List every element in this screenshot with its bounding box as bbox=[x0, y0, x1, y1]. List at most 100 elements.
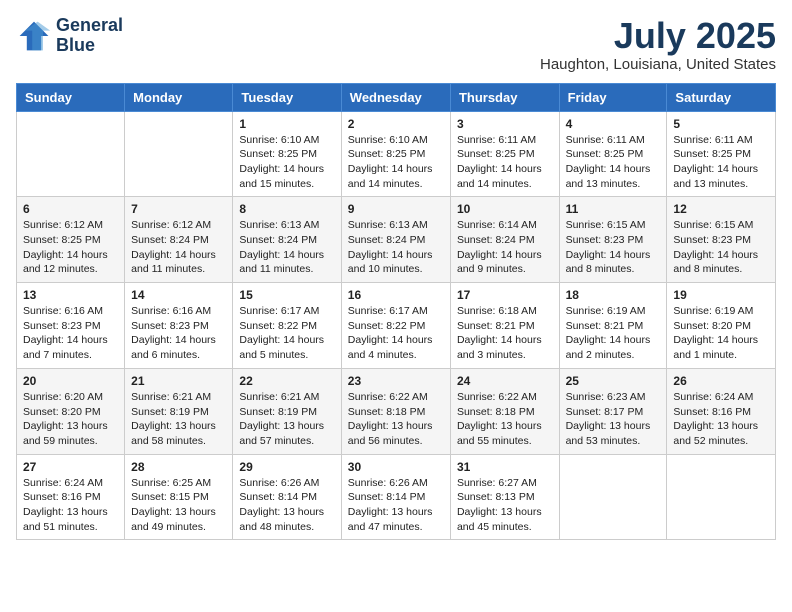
title-block: July 2025 Haughton, Louisiana, United St… bbox=[540, 16, 776, 73]
calendar-cell: 7 Sunrise: 6:12 AM Sunset: 8:24 PM Daylig… bbox=[125, 197, 233, 283]
day-number: 18 bbox=[566, 288, 661, 302]
day-number: 27 bbox=[23, 460, 118, 474]
calendar-cell: 23 Sunrise: 6:22 AM Sunset: 8:18 PM Dayli… bbox=[341, 368, 450, 454]
day-info: Sunrise: 6:22 AM Sunset: 8:18 PM Dayligh… bbox=[348, 390, 444, 449]
day-info: Sunrise: 6:17 AM Sunset: 8:22 PM Dayligh… bbox=[239, 304, 334, 363]
day-number: 23 bbox=[348, 374, 444, 388]
day-number: 29 bbox=[239, 460, 334, 474]
day-info: Sunrise: 6:13 AM Sunset: 8:24 PM Dayligh… bbox=[239, 218, 334, 277]
day-number: 12 bbox=[673, 202, 769, 216]
day-info: Sunrise: 6:20 AM Sunset: 8:20 PM Dayligh… bbox=[23, 390, 118, 449]
day-number: 1 bbox=[239, 117, 334, 131]
day-info: Sunrise: 6:21 AM Sunset: 8:19 PM Dayligh… bbox=[131, 390, 226, 449]
calendar-week-row: 13Sunrise: 6:16 AM Sunset: 8:23 PM Dayli… bbox=[17, 283, 776, 369]
weekday-header-saturday: Saturday bbox=[667, 83, 776, 111]
day-info: Sunrise: 6:24 AM Sunset: 8:16 PM Dayligh… bbox=[23, 476, 118, 535]
day-number: 21 bbox=[131, 374, 226, 388]
weekday-header-monday: Monday bbox=[125, 83, 233, 111]
day-info: Sunrise: 6:26 AM Sunset: 8:14 PM Dayligh… bbox=[348, 476, 444, 535]
calendar-cell: 22Sunrise: 6:21 AM Sunset: 8:19 PM Dayli… bbox=[233, 368, 341, 454]
day-info: Sunrise: 6:19 AM Sunset: 8:21 PM Dayligh… bbox=[566, 304, 661, 363]
calendar-cell: 17 Sunrise: 6:18 AM Sunset: 8:21 PM Dayli… bbox=[450, 283, 559, 369]
calendar-week-row: 27 Sunrise: 6:24 AM Sunset: 8:16 PM Dayli… bbox=[17, 454, 776, 540]
day-number: 3 bbox=[457, 117, 553, 131]
day-number: 15 bbox=[239, 288, 334, 302]
calendar-cell: 13Sunrise: 6:16 AM Sunset: 8:23 PM Dayli… bbox=[17, 283, 125, 369]
day-info: Sunrise: 6:12 AM Sunset: 8:25 PM Dayligh… bbox=[23, 218, 118, 277]
day-info: Sunrise: 6:15 AM Sunset: 8:23 PM Dayligh… bbox=[566, 218, 661, 277]
day-info: Sunrise: 6:11 AM Sunset: 8:25 PM Dayligh… bbox=[673, 133, 769, 192]
calendar-cell: 26 Sunrise: 6:24 AM Sunset: 8:16 PM Dayli… bbox=[667, 368, 776, 454]
calendar-cell: 2 Sunrise: 6:10 AM Sunset: 8:25 PM Daylig… bbox=[341, 111, 450, 197]
day-info: Sunrise: 6:16 AM Sunset: 8:23 PM Dayligh… bbox=[131, 304, 226, 363]
day-number: 2 bbox=[348, 117, 444, 131]
day-info: Sunrise: 6:10 AM Sunset: 8:25 PM Dayligh… bbox=[239, 133, 334, 192]
calendar-cell: 21 Sunrise: 6:21 AM Sunset: 8:19 PM Dayli… bbox=[125, 368, 233, 454]
day-number: 31 bbox=[457, 460, 553, 474]
day-info: Sunrise: 6:12 AM Sunset: 8:24 PM Dayligh… bbox=[131, 218, 226, 277]
logo-icon bbox=[16, 18, 52, 54]
calendar-cell: 24 Sunrise: 6:22 AM Sunset: 8:18 PM Dayli… bbox=[450, 368, 559, 454]
day-number: 19 bbox=[673, 288, 769, 302]
day-info: Sunrise: 6:19 AM Sunset: 8:20 PM Dayligh… bbox=[673, 304, 769, 363]
day-number: 26 bbox=[673, 374, 769, 388]
logo-text: General Blue bbox=[56, 16, 123, 56]
day-info: Sunrise: 6:14 AM Sunset: 8:24 PM Dayligh… bbox=[457, 218, 553, 277]
weekday-header-friday: Friday bbox=[559, 83, 667, 111]
day-number: 14 bbox=[131, 288, 226, 302]
day-info: Sunrise: 6:24 AM Sunset: 8:16 PM Dayligh… bbox=[673, 390, 769, 449]
calendar-week-row: 20 Sunrise: 6:20 AM Sunset: 8:20 PM Dayli… bbox=[17, 368, 776, 454]
calendar-cell bbox=[559, 454, 667, 540]
day-number: 8 bbox=[239, 202, 334, 216]
calendar-cell: 12Sunrise: 6:15 AM Sunset: 8:23 PM Dayli… bbox=[667, 197, 776, 283]
day-number: 5 bbox=[673, 117, 769, 131]
logo: General Blue bbox=[16, 16, 123, 56]
day-info: Sunrise: 6:16 AM Sunset: 8:23 PM Dayligh… bbox=[23, 304, 118, 363]
day-number: 4 bbox=[566, 117, 661, 131]
calendar-cell: 14 Sunrise: 6:16 AM Sunset: 8:23 PM Dayli… bbox=[125, 283, 233, 369]
calendar-header-row: SundayMondayTuesdayWednesdayThursdayFrid… bbox=[17, 83, 776, 111]
calendar-cell bbox=[125, 111, 233, 197]
page-header: General Blue July 2025 Haughton, Louisia… bbox=[16, 16, 776, 73]
day-number: 22 bbox=[239, 374, 334, 388]
month-title: July 2025 bbox=[540, 16, 776, 56]
day-info: Sunrise: 6:22 AM Sunset: 8:18 PM Dayligh… bbox=[457, 390, 553, 449]
day-info: Sunrise: 6:10 AM Sunset: 8:25 PM Dayligh… bbox=[348, 133, 444, 192]
calendar-week-row: 1 Sunrise: 6:10 AM Sunset: 8:25 PM Daylig… bbox=[17, 111, 776, 197]
calendar-cell: 28Sunrise: 6:25 AM Sunset: 8:15 PM Dayli… bbox=[125, 454, 233, 540]
day-info: Sunrise: 6:11 AM Sunset: 8:25 PM Dayligh… bbox=[457, 133, 553, 192]
calendar-cell: 20 Sunrise: 6:20 AM Sunset: 8:20 PM Dayli… bbox=[17, 368, 125, 454]
day-number: 11 bbox=[566, 202, 661, 216]
day-number: 20 bbox=[23, 374, 118, 388]
calendar-cell: 6 Sunrise: 6:12 AM Sunset: 8:25 PM Daylig… bbox=[17, 197, 125, 283]
weekday-header-sunday: Sunday bbox=[17, 83, 125, 111]
day-info: Sunrise: 6:18 AM Sunset: 8:21 PM Dayligh… bbox=[457, 304, 553, 363]
calendar-cell: 29 Sunrise: 6:26 AM Sunset: 8:14 PM Dayli… bbox=[233, 454, 341, 540]
calendar-cell: 16Sunrise: 6:17 AM Sunset: 8:22 PM Dayli… bbox=[341, 283, 450, 369]
day-info: Sunrise: 6:26 AM Sunset: 8:14 PM Dayligh… bbox=[239, 476, 334, 535]
day-number: 25 bbox=[566, 374, 661, 388]
day-info: Sunrise: 6:11 AM Sunset: 8:25 PM Dayligh… bbox=[566, 133, 661, 192]
calendar-cell bbox=[17, 111, 125, 197]
day-info: Sunrise: 6:17 AM Sunset: 8:22 PM Dayligh… bbox=[348, 304, 444, 363]
calendar-cell: 9Sunrise: 6:13 AM Sunset: 8:24 PM Daylig… bbox=[341, 197, 450, 283]
calendar-cell: 15 Sunrise: 6:17 AM Sunset: 8:22 PM Dayli… bbox=[233, 283, 341, 369]
calendar-cell: 31 Sunrise: 6:27 AM Sunset: 8:13 PM Dayli… bbox=[450, 454, 559, 540]
day-number: 30 bbox=[348, 460, 444, 474]
day-number: 17 bbox=[457, 288, 553, 302]
calendar-table: SundayMondayTuesdayWednesdayThursdayFrid… bbox=[16, 83, 776, 541]
day-number: 6 bbox=[23, 202, 118, 216]
calendar-cell: 3 Sunrise: 6:11 AM Sunset: 8:25 PM Daylig… bbox=[450, 111, 559, 197]
day-number: 7 bbox=[131, 202, 226, 216]
day-info: Sunrise: 6:23 AM Sunset: 8:17 PM Dayligh… bbox=[566, 390, 661, 449]
calendar-cell: 10Sunrise: 6:14 AM Sunset: 8:24 PM Dayli… bbox=[450, 197, 559, 283]
day-info: Sunrise: 6:27 AM Sunset: 8:13 PM Dayligh… bbox=[457, 476, 553, 535]
day-info: Sunrise: 6:25 AM Sunset: 8:15 PM Dayligh… bbox=[131, 476, 226, 535]
calendar-cell: 11 Sunrise: 6:15 AM Sunset: 8:23 PM Dayli… bbox=[559, 197, 667, 283]
calendar-cell bbox=[667, 454, 776, 540]
calendar-cell: 19 Sunrise: 6:19 AM Sunset: 8:20 PM Dayli… bbox=[667, 283, 776, 369]
calendar-cell: 18 Sunrise: 6:19 AM Sunset: 8:21 PM Dayli… bbox=[559, 283, 667, 369]
weekday-header-tuesday: Tuesday bbox=[233, 83, 341, 111]
day-number: 24 bbox=[457, 374, 553, 388]
calendar-week-row: 6 Sunrise: 6:12 AM Sunset: 8:25 PM Daylig… bbox=[17, 197, 776, 283]
